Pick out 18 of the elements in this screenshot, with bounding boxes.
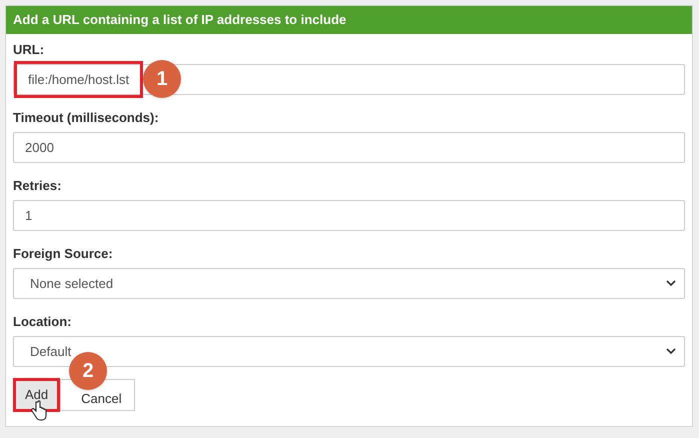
select-value: None selected xyxy=(30,274,114,293)
field-label: Foreign Source: xyxy=(13,245,114,263)
chevron-down-icon xyxy=(666,280,676,287)
input-value: file:/home/host.lst xyxy=(14,61,144,98)
chevron-down-icon xyxy=(666,348,676,355)
field-label: URL: xyxy=(13,41,46,59)
input-field[interactable]: 2000 xyxy=(13,132,685,163)
input-value: 1 xyxy=(25,206,32,225)
field-label: Retries: xyxy=(13,177,62,195)
panel-title: Add a URL containing a list of IP addresses to include xyxy=(6,6,692,34)
field-label: Location: xyxy=(13,313,72,331)
callout-badge: 1 xyxy=(143,60,181,98)
hand-cursor-icon xyxy=(31,400,47,422)
input-value: 2000 xyxy=(25,138,54,157)
field-label: Timeout (milliseconds): xyxy=(13,109,160,127)
select-value: Default xyxy=(30,342,72,361)
input-field[interactable]: 1 xyxy=(13,200,685,231)
select-field[interactable]: None selected xyxy=(13,268,685,299)
